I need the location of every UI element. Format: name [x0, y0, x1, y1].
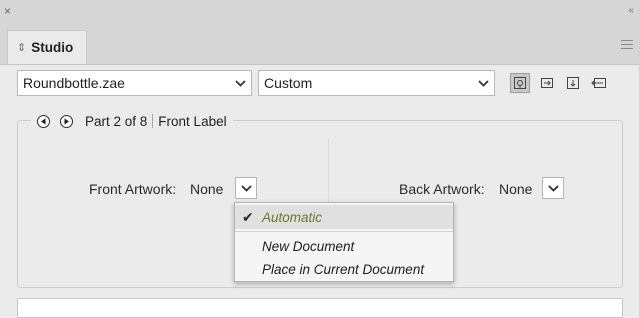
menu-item-label: Automatic — [262, 210, 323, 225]
checkmark-icon: ✔ — [242, 209, 254, 225]
next-part-button[interactable] — [60, 114, 73, 128]
artwork-dropdown-menu: ✔ Automatic New Document Place in Curren… — [234, 202, 454, 282]
view-select[interactable]: Custom — [258, 70, 495, 96]
front-artwork-label: Front Artwork: — [89, 181, 177, 197]
panel-menu-icon[interactable] — [621, 40, 633, 52]
divider — [152, 114, 154, 128]
back-view-icon[interactable] — [589, 73, 609, 93]
back-artwork-dropdown[interactable] — [542, 177, 564, 199]
preview-panel — [17, 298, 623, 318]
side-view-icon[interactable] — [537, 73, 557, 93]
part-navigator: Part 2 of 8 Front Label — [31, 111, 233, 131]
close-icon[interactable]: × — [4, 4, 11, 18]
chevron-down-icon — [229, 79, 251, 87]
front-artwork-dropdown[interactable] — [235, 177, 257, 199]
menu-item-label: New Document — [262, 239, 355, 254]
model-select[interactable]: Roundbottle.zae — [17, 70, 252, 96]
tab-strip — [0, 24, 639, 65]
view-select-value: Custom — [264, 75, 313, 91]
model-select-value: Roundbottle.zae — [23, 75, 125, 91]
menu-item-automatic[interactable]: ✔ Automatic — [235, 205, 453, 229]
panel-title-bar — [0, 0, 639, 24]
part-name: Front Label — [158, 113, 227, 129]
chevron-down-icon — [240, 184, 252, 192]
menu-item-place-in-current-document[interactable]: Place in Current Document — [235, 258, 453, 280]
chevron-down-icon — [547, 184, 559, 192]
menu-item-label: Place in Current Document — [262, 262, 425, 277]
collapse-panel-icon[interactable]: ‹‹ — [628, 5, 634, 17]
back-artwork-label: Back Artwork: — [399, 181, 485, 197]
previous-part-button[interactable] — [37, 114, 50, 128]
chevron-down-icon — [472, 79, 494, 87]
front-artwork-value: None — [190, 181, 224, 197]
product-view-icon[interactable] — [510, 73, 530, 93]
top-view-icon[interactable] — [563, 73, 583, 93]
tab-studio[interactable]: ⇕ Studio — [7, 30, 87, 64]
tab-studio-label: Studio — [31, 40, 74, 55]
menu-item-new-document[interactable]: New Document — [235, 235, 453, 257]
menu-separator — [235, 231, 453, 232]
sort-arrows-icon: ⇕ — [17, 42, 27, 54]
part-counter: Part 2 of 8 — [85, 113, 148, 129]
back-artwork-value: None — [499, 181, 533, 197]
